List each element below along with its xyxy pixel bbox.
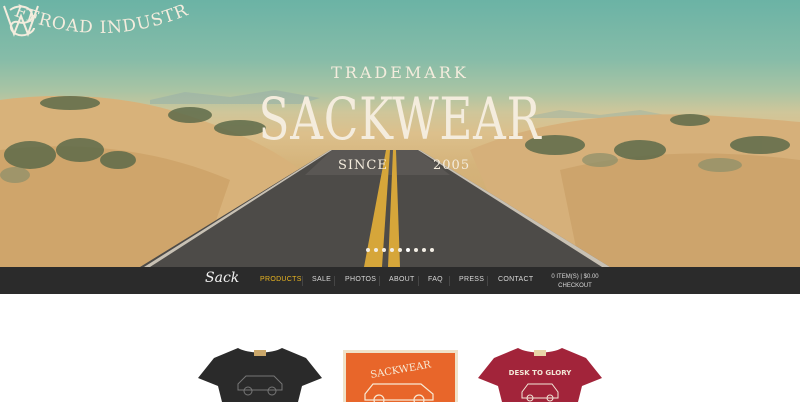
slider-dot[interactable] (422, 248, 426, 252)
trademark-text: TRADEMARK (331, 63, 469, 82)
slider-dot[interactable] (390, 248, 394, 252)
nav-divider (418, 276, 419, 286)
tagline-text: OFFROAD INDUSTRY (0, 0, 192, 38)
nav-item-contact[interactable]: CONTACT (498, 276, 533, 283)
hero-brand-lockup: TRADEMARK SACKWEAR SINCE 2005 OFFROAD IN… (0, 0, 800, 267)
product-card-orange-print[interactable]: SACKWEAR (343, 350, 458, 402)
checkout-link[interactable]: CHECKOUT (548, 282, 602, 291)
main-nav: Sack PRODUCTS SALE PHOTOS ABOUT FAQ PRES… (0, 267, 800, 294)
slider-dot[interactable] (374, 248, 378, 252)
product-grid: SACKWEAR DESK TO GLORY (0, 294, 800, 402)
product-card-black-tee[interactable] (198, 346, 322, 402)
nav-logo[interactable]: Sack (205, 270, 239, 286)
slider-dot[interactable] (406, 248, 410, 252)
nav-divider (487, 276, 488, 286)
cart-summary[interactable]: 0 ITEM(S) | $0.00 (548, 273, 602, 282)
tagline-arc: OFFROAD INDUSTRY (0, 0, 192, 38)
slider-dot[interactable] (414, 248, 418, 252)
nav-item-products[interactable]: PRODUCTS (260, 276, 302, 283)
slider-dot[interactable] (398, 248, 402, 252)
nav-item-about[interactable]: ABOUT (389, 276, 415, 283)
slider-dot[interactable] (366, 248, 370, 252)
since-label: SINCE (338, 158, 388, 173)
print-title-text: DESK TO GLORY (509, 369, 573, 377)
nav-divider (379, 276, 380, 286)
nav-item-press[interactable]: PRESS (459, 276, 484, 283)
nav-item-faq[interactable]: FAQ (428, 276, 443, 283)
slider-dots[interactable] (366, 248, 434, 252)
product-card-red-tee[interactable]: DESK TO GLORY (478, 346, 602, 402)
nav-divider (334, 276, 335, 286)
since-year: 2005 (433, 158, 471, 173)
hero-banner: TRADEMARK SACKWEAR SINCE 2005 OFFROAD IN… (0, 0, 800, 267)
slider-dot[interactable] (382, 248, 386, 252)
cart-widget[interactable]: 0 ITEM(S) | $0.00 CHECKOUT (548, 273, 602, 291)
brand-name: SACKWEAR (258, 85, 542, 153)
nav-item-sale[interactable]: SALE (312, 276, 331, 283)
nav-item-photos[interactable]: PHOTOS (345, 276, 376, 283)
nav-divider (449, 276, 450, 286)
nav-divider (302, 276, 303, 286)
slider-dot[interactable] (430, 248, 434, 252)
